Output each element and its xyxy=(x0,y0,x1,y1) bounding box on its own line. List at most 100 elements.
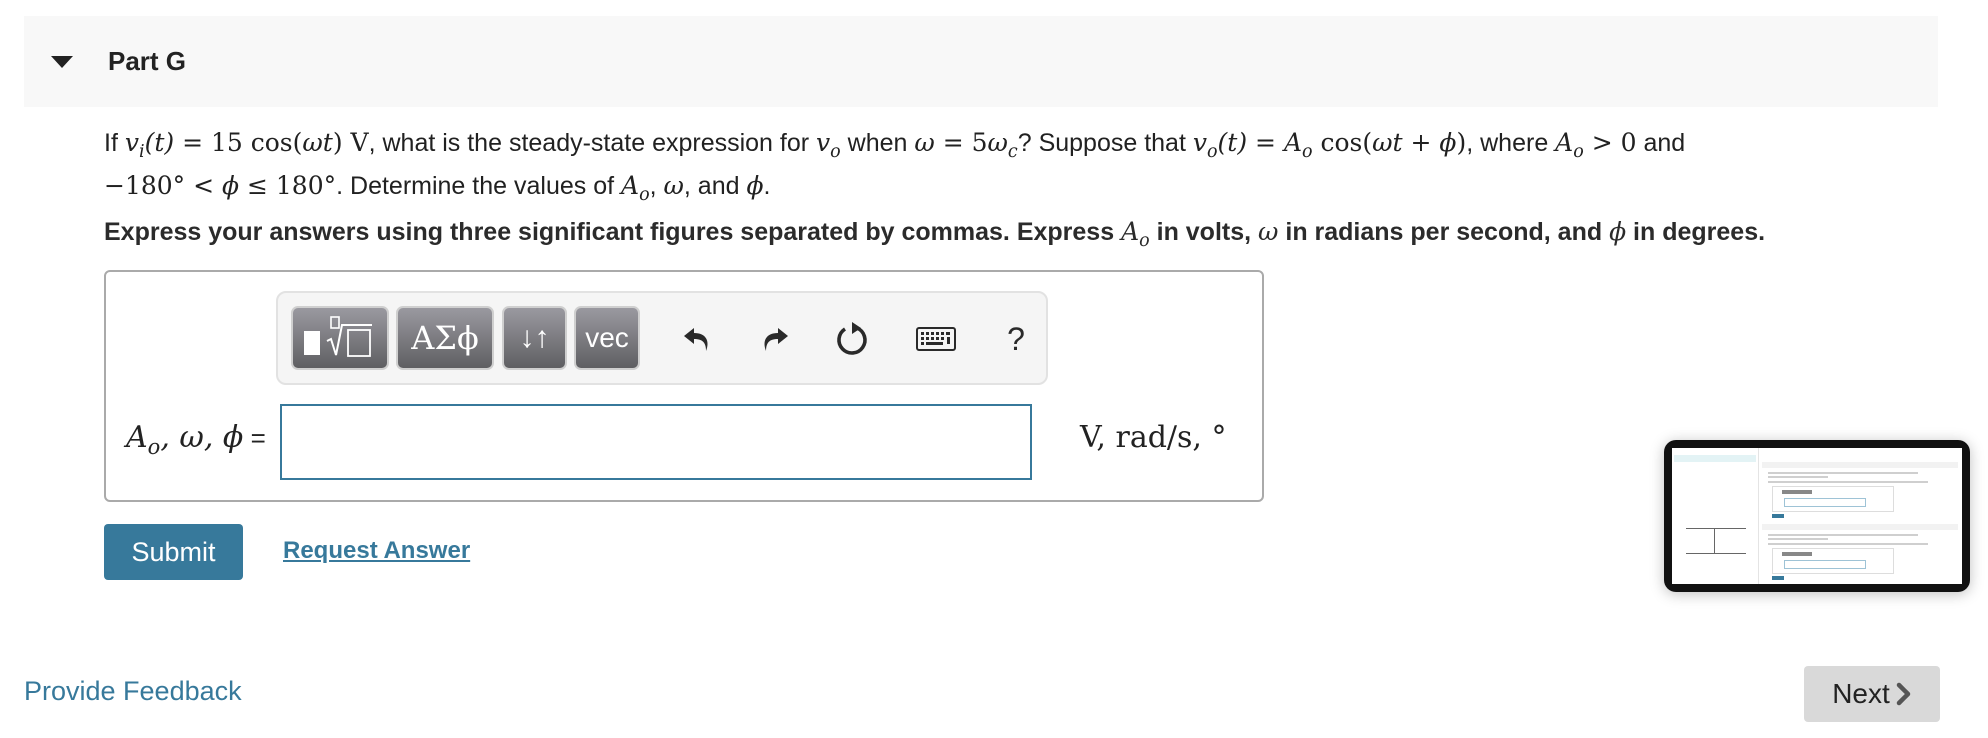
next-button[interactable]: Next xyxy=(1804,666,1940,722)
math-var: A xyxy=(621,171,640,200)
math-sub: o xyxy=(1206,142,1218,162)
page-thumbnail-preview[interactable] xyxy=(1664,440,1970,592)
thumbnail-line xyxy=(1768,476,1828,478)
question-text: If vi(t) = 15 cos(ωt) V, what is the ste… xyxy=(104,126,1904,212)
arrows-button[interactable]: ↓↑ xyxy=(502,306,567,370)
text: . Determine the values of xyxy=(336,172,621,200)
thumbnail-line xyxy=(1768,534,1918,536)
math-text: = 5 xyxy=(934,128,988,157)
math-var: ωt xyxy=(1372,128,1403,157)
text: . xyxy=(763,172,771,200)
thumbnail-line xyxy=(1768,481,1928,483)
math-sub: o xyxy=(830,142,841,162)
math: Ao xyxy=(621,171,650,205)
vector-button[interactable]: vec xyxy=(574,306,640,370)
question-line-1: If vi(t) = 15 cos(ωt) V, what is the ste… xyxy=(104,126,1904,169)
thumbnail-part-header xyxy=(1762,462,1958,468)
request-answer-link[interactable]: Request Answer xyxy=(283,537,470,565)
math-var: ω xyxy=(987,128,1008,157)
text: , what is the steady-state expression fo… xyxy=(368,129,817,157)
thumbnail-toolbar xyxy=(1782,552,1812,556)
math-toolbar: ΑΣϕ ↓↑ vec ? xyxy=(276,291,1048,385)
math-var: (t) xyxy=(1217,128,1248,157)
math-var: ω xyxy=(663,171,684,200)
chevron-right-icon xyxy=(1896,682,1911,706)
math-text: ) xyxy=(1456,128,1467,157)
math-text: + xyxy=(1402,128,1440,157)
math-var: ω xyxy=(1258,217,1279,246)
math-var: A xyxy=(126,420,148,455)
thumbnail-submit xyxy=(1772,576,1784,580)
thumbnail-line xyxy=(1768,543,1928,545)
math-var: (t) xyxy=(144,128,175,157)
math: ω = 5ωc xyxy=(914,128,1017,162)
math-sub: c xyxy=(1007,142,1018,162)
text: , and xyxy=(683,172,747,200)
reset-icon[interactable] xyxy=(828,315,876,363)
math-var: A xyxy=(1121,217,1140,246)
text: when xyxy=(840,129,915,157)
math-sub: o xyxy=(639,185,650,205)
thumbnail-input xyxy=(1784,560,1866,569)
next-label: Next xyxy=(1832,678,1890,709)
math-var: ϕ xyxy=(1439,128,1457,157)
templates-icon xyxy=(304,316,372,357)
math-var: v xyxy=(124,128,139,157)
math: vo(t) = Ao cos(ωt + ϕ) xyxy=(1192,128,1467,162)
math-var: ϕ xyxy=(746,171,764,200)
answer-input[interactable] xyxy=(280,404,1032,480)
text: in degrees. xyxy=(1626,218,1766,246)
text: , xyxy=(649,172,664,200)
answer-units: V, rad/s, ° xyxy=(1080,420,1227,455)
thumbnail-circuit-figure xyxy=(1686,528,1746,554)
math-var: v xyxy=(1192,128,1207,157)
math-text: −180° < xyxy=(104,171,223,200)
thumbnail-input xyxy=(1784,498,1866,507)
redo-icon[interactable] xyxy=(750,315,798,363)
thumbnail-line xyxy=(1768,538,1828,540)
math: Ao xyxy=(1121,217,1150,251)
math-var: A xyxy=(1283,128,1302,157)
math-text: cos( xyxy=(1312,128,1373,157)
math-var: , ω, ϕ xyxy=(160,420,244,455)
submit-button[interactable]: Submit xyxy=(104,524,243,580)
thumbnail-submit xyxy=(1772,514,1784,518)
math: (t) = 15 cos(ωt) V xyxy=(145,128,369,157)
thumbnail-screen xyxy=(1672,448,1962,584)
math-var: ω xyxy=(914,128,935,157)
math-var: ωt xyxy=(302,128,333,157)
text: in radians per second, and xyxy=(1278,218,1610,246)
greek-symbols-button[interactable]: ΑΣϕ xyxy=(396,306,494,370)
thumbnail-right-panel xyxy=(1762,448,1962,584)
math-text: ≤ 180° xyxy=(239,171,337,200)
equals-sign: = xyxy=(243,423,266,453)
math-text: = 15 cos( xyxy=(174,128,303,157)
part-header[interactable]: Part G xyxy=(24,16,1938,107)
part-title: Part G xyxy=(108,46,187,76)
thumbnail-left-panel xyxy=(1672,448,1759,584)
math-var: A xyxy=(1555,128,1574,157)
text: ? Suppose that xyxy=(1017,129,1193,157)
thumbnail-bar xyxy=(1674,455,1756,462)
math: vi xyxy=(124,128,145,162)
math: vo xyxy=(816,128,841,162)
text: and xyxy=(1636,129,1686,157)
undo-icon[interactable] xyxy=(674,315,722,363)
math-var: v xyxy=(816,128,831,157)
math-sub: o xyxy=(1139,231,1150,251)
thumbnail-part-header xyxy=(1762,524,1958,530)
math-var: ϕ xyxy=(1609,217,1627,246)
provide-feedback-link[interactable]: Provide Feedback xyxy=(24,676,242,707)
math-var: ϕ xyxy=(222,171,240,200)
help-button[interactable]: ? xyxy=(992,315,1040,363)
answer-label: Ao, ω, ϕ = xyxy=(126,420,266,459)
templates-button[interactable] xyxy=(291,306,389,370)
math-sub: o xyxy=(1302,142,1313,162)
text: , where xyxy=(1466,129,1556,157)
keyboard-icon[interactable] xyxy=(906,315,966,363)
caret-down-icon[interactable] xyxy=(51,55,73,68)
question-line-2: −180° < ϕ ≤ 180°. Determine the values o… xyxy=(104,169,1904,212)
text: in volts, xyxy=(1149,218,1259,246)
text: If xyxy=(104,129,125,157)
math-sub: o xyxy=(147,435,161,459)
